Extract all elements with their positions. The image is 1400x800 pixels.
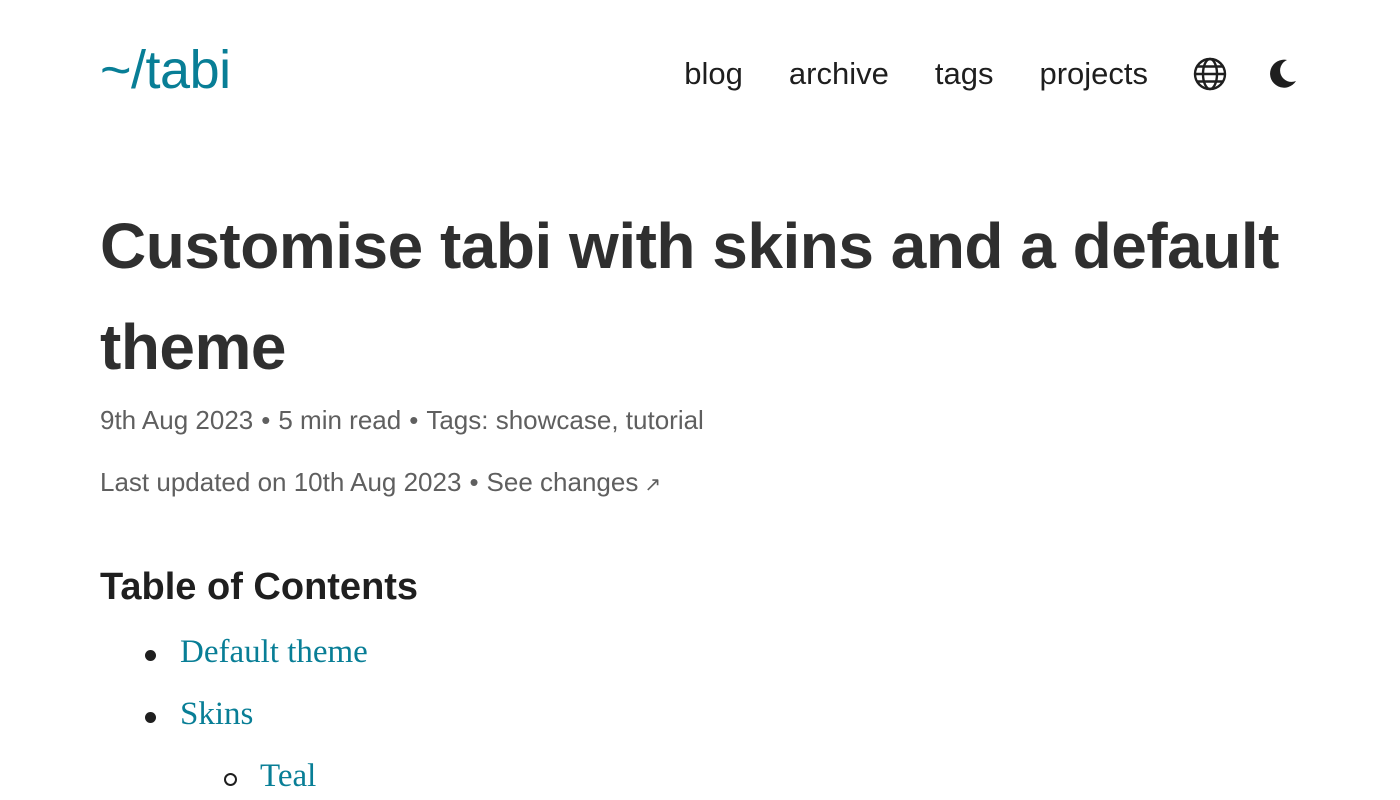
post-date: 9th Aug 2023 — [100, 405, 254, 435]
see-changes-link[interactable]: See changes ↗ — [487, 467, 662, 497]
toc-heading: Table of Contents — [100, 566, 419, 608]
read-time: 5 min read — [278, 405, 402, 435]
site-header: ~/tabi blog archive tags projects — [100, 38, 1300, 108]
globe-icon[interactable] — [1192, 56, 1228, 92]
tag-showcase[interactable]: showcase — [496, 405, 612, 435]
nav-tags[interactable]: tags — [935, 48, 994, 100]
post-updated: Last updated on 10th Aug 2023 • See change… — [100, 467, 661, 498]
meta-separator: • — [469, 467, 479, 497]
see-changes-label: See changes — [486, 467, 639, 497]
updated-text: Last updated on 10th Aug 2023 — [100, 467, 462, 497]
tag-comma: , — [611, 405, 626, 435]
moon-icon[interactable] — [1264, 56, 1300, 92]
tag-tutorial[interactable]: tutorial — [626, 405, 704, 435]
toc-link-teal[interactable]: Teal — [260, 758, 316, 794]
toc-item-default-theme: Default theme — [180, 634, 368, 671]
toc-link-default-theme[interactable]: Default theme — [180, 634, 368, 670]
list-bullet-hollow — [224, 773, 237, 786]
toc-item-teal: Teal — [260, 758, 316, 795]
post-title: Customise tabi with skins and a default … — [100, 210, 1279, 383]
meta-separator: • — [261, 405, 271, 435]
nav-archive[interactable]: archive — [789, 48, 889, 100]
main-nav: blog archive tags projects — [684, 48, 1300, 100]
nav-blog[interactable]: blog — [684, 48, 743, 100]
toc-item-skins: Skins — [180, 696, 253, 733]
post-meta: 9th Aug 2023 • 5 min read • Tags: showcase, … — [100, 405, 704, 436]
meta-separator: • — [409, 405, 419, 435]
external-link-icon: ↗ — [644, 474, 662, 496]
list-bullet — [145, 650, 156, 661]
list-bullet — [145, 712, 156, 723]
toc-link-skins[interactable]: Skins — [180, 696, 253, 732]
nav-projects[interactable]: projects — [1039, 48, 1148, 100]
site-logo[interactable]: ~/tabi — [100, 38, 231, 102]
tags-label: Tags: — [426, 405, 489, 435]
